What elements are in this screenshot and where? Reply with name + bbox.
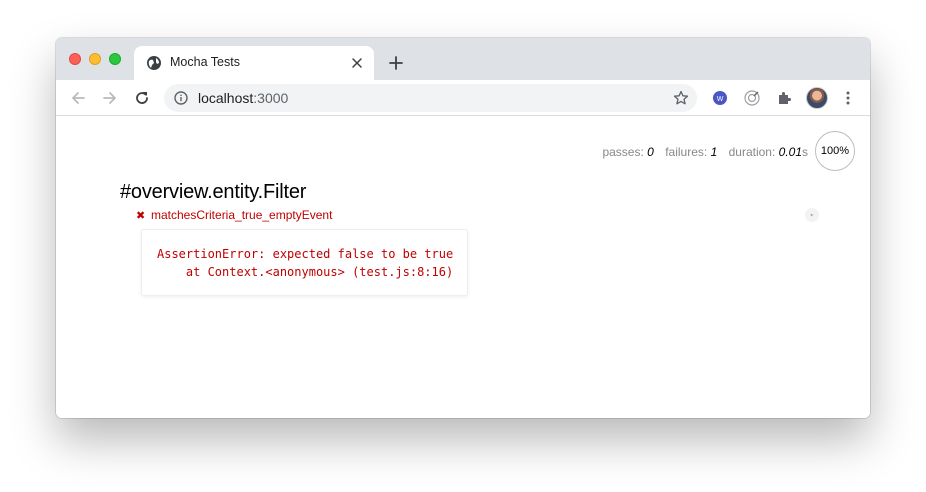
back-arrow-icon (72, 92, 85, 104)
reload-button[interactable] (132, 88, 152, 108)
window-close-button[interactable] (69, 53, 81, 65)
target-extension-icon[interactable] (743, 89, 761, 107)
browser-window: Mocha Tests localhost:3000 W passes: 0 f… (56, 38, 870, 418)
reload-icon (136, 92, 148, 104)
error-trace: at Context.<anonymous> (test.js:8:16) (157, 265, 454, 279)
failures-value: 1 (710, 145, 718, 159)
url-host: localhost (198, 90, 254, 106)
forward-arrow-icon (103, 92, 116, 104)
puzzle-icon[interactable] (775, 89, 793, 107)
error-stack: AssertionError: expected false to be tru… (141, 229, 468, 296)
svg-text:W: W (717, 96, 724, 103)
duration-stat: duration: 0.01s (729, 145, 808, 159)
passes-label: passes: (602, 145, 644, 159)
duration-label: duration: (728, 145, 776, 159)
page-content: passes: 0 failures: 1 duration: 0.01s 10… (56, 117, 870, 418)
address-bar[interactable]: localhost:3000 (164, 84, 697, 112)
tab-title: Mocha Tests (170, 55, 240, 69)
suite-title[interactable]: #overview.entity.Filter (120, 181, 306, 204)
failures-stat[interactable]: failures: 1 (665, 145, 717, 159)
kebab-menu-icon[interactable] (840, 89, 856, 107)
error-message: AssertionError: expected false to be tru… (157, 247, 454, 261)
back-button[interactable] (68, 88, 88, 108)
star-icon[interactable] (673, 90, 689, 106)
fail-cross-icon: ✖ (136, 210, 146, 222)
new-tab-button[interactable] (386, 53, 406, 73)
close-icon[interactable] (348, 54, 366, 72)
forward-button[interactable] (100, 88, 120, 108)
progress-ring: 100% (815, 131, 855, 171)
extension-icon[interactable]: W (711, 89, 729, 107)
failures-label: failures: (665, 145, 708, 159)
test-title: matchesCriteria_true_emptyEvent (151, 208, 333, 222)
progress-text: 100% (820, 145, 850, 157)
info-icon[interactable] (174, 91, 188, 105)
avatar[interactable] (806, 87, 828, 109)
test-item[interactable]: ✖ matchesCriteria_true_emptyEvent (136, 208, 332, 222)
duration-value: 0.01 (778, 145, 802, 159)
url-port: :3000 (253, 90, 289, 106)
plus-icon (389, 56, 403, 70)
window-minimize-button[interactable] (89, 53, 101, 65)
title-bar: Mocha Tests (56, 38, 870, 80)
duration-unit: s (802, 145, 808, 159)
window-maximize-button[interactable] (109, 53, 121, 65)
browser-toolbar: localhost:3000 W (56, 80, 870, 116)
test-stats: passes: 0 failures: 1 duration: 0.01s (594, 145, 808, 159)
replay-button[interactable]: ‣ (805, 208, 819, 222)
replay-icon: ‣ (809, 210, 815, 220)
passes-value: 0 (647, 145, 654, 159)
globe-icon (146, 55, 162, 71)
url-text: localhost:3000 (198, 90, 288, 106)
passes-stat[interactable]: passes: 0 (602, 145, 653, 159)
browser-tab[interactable]: Mocha Tests (134, 46, 374, 80)
